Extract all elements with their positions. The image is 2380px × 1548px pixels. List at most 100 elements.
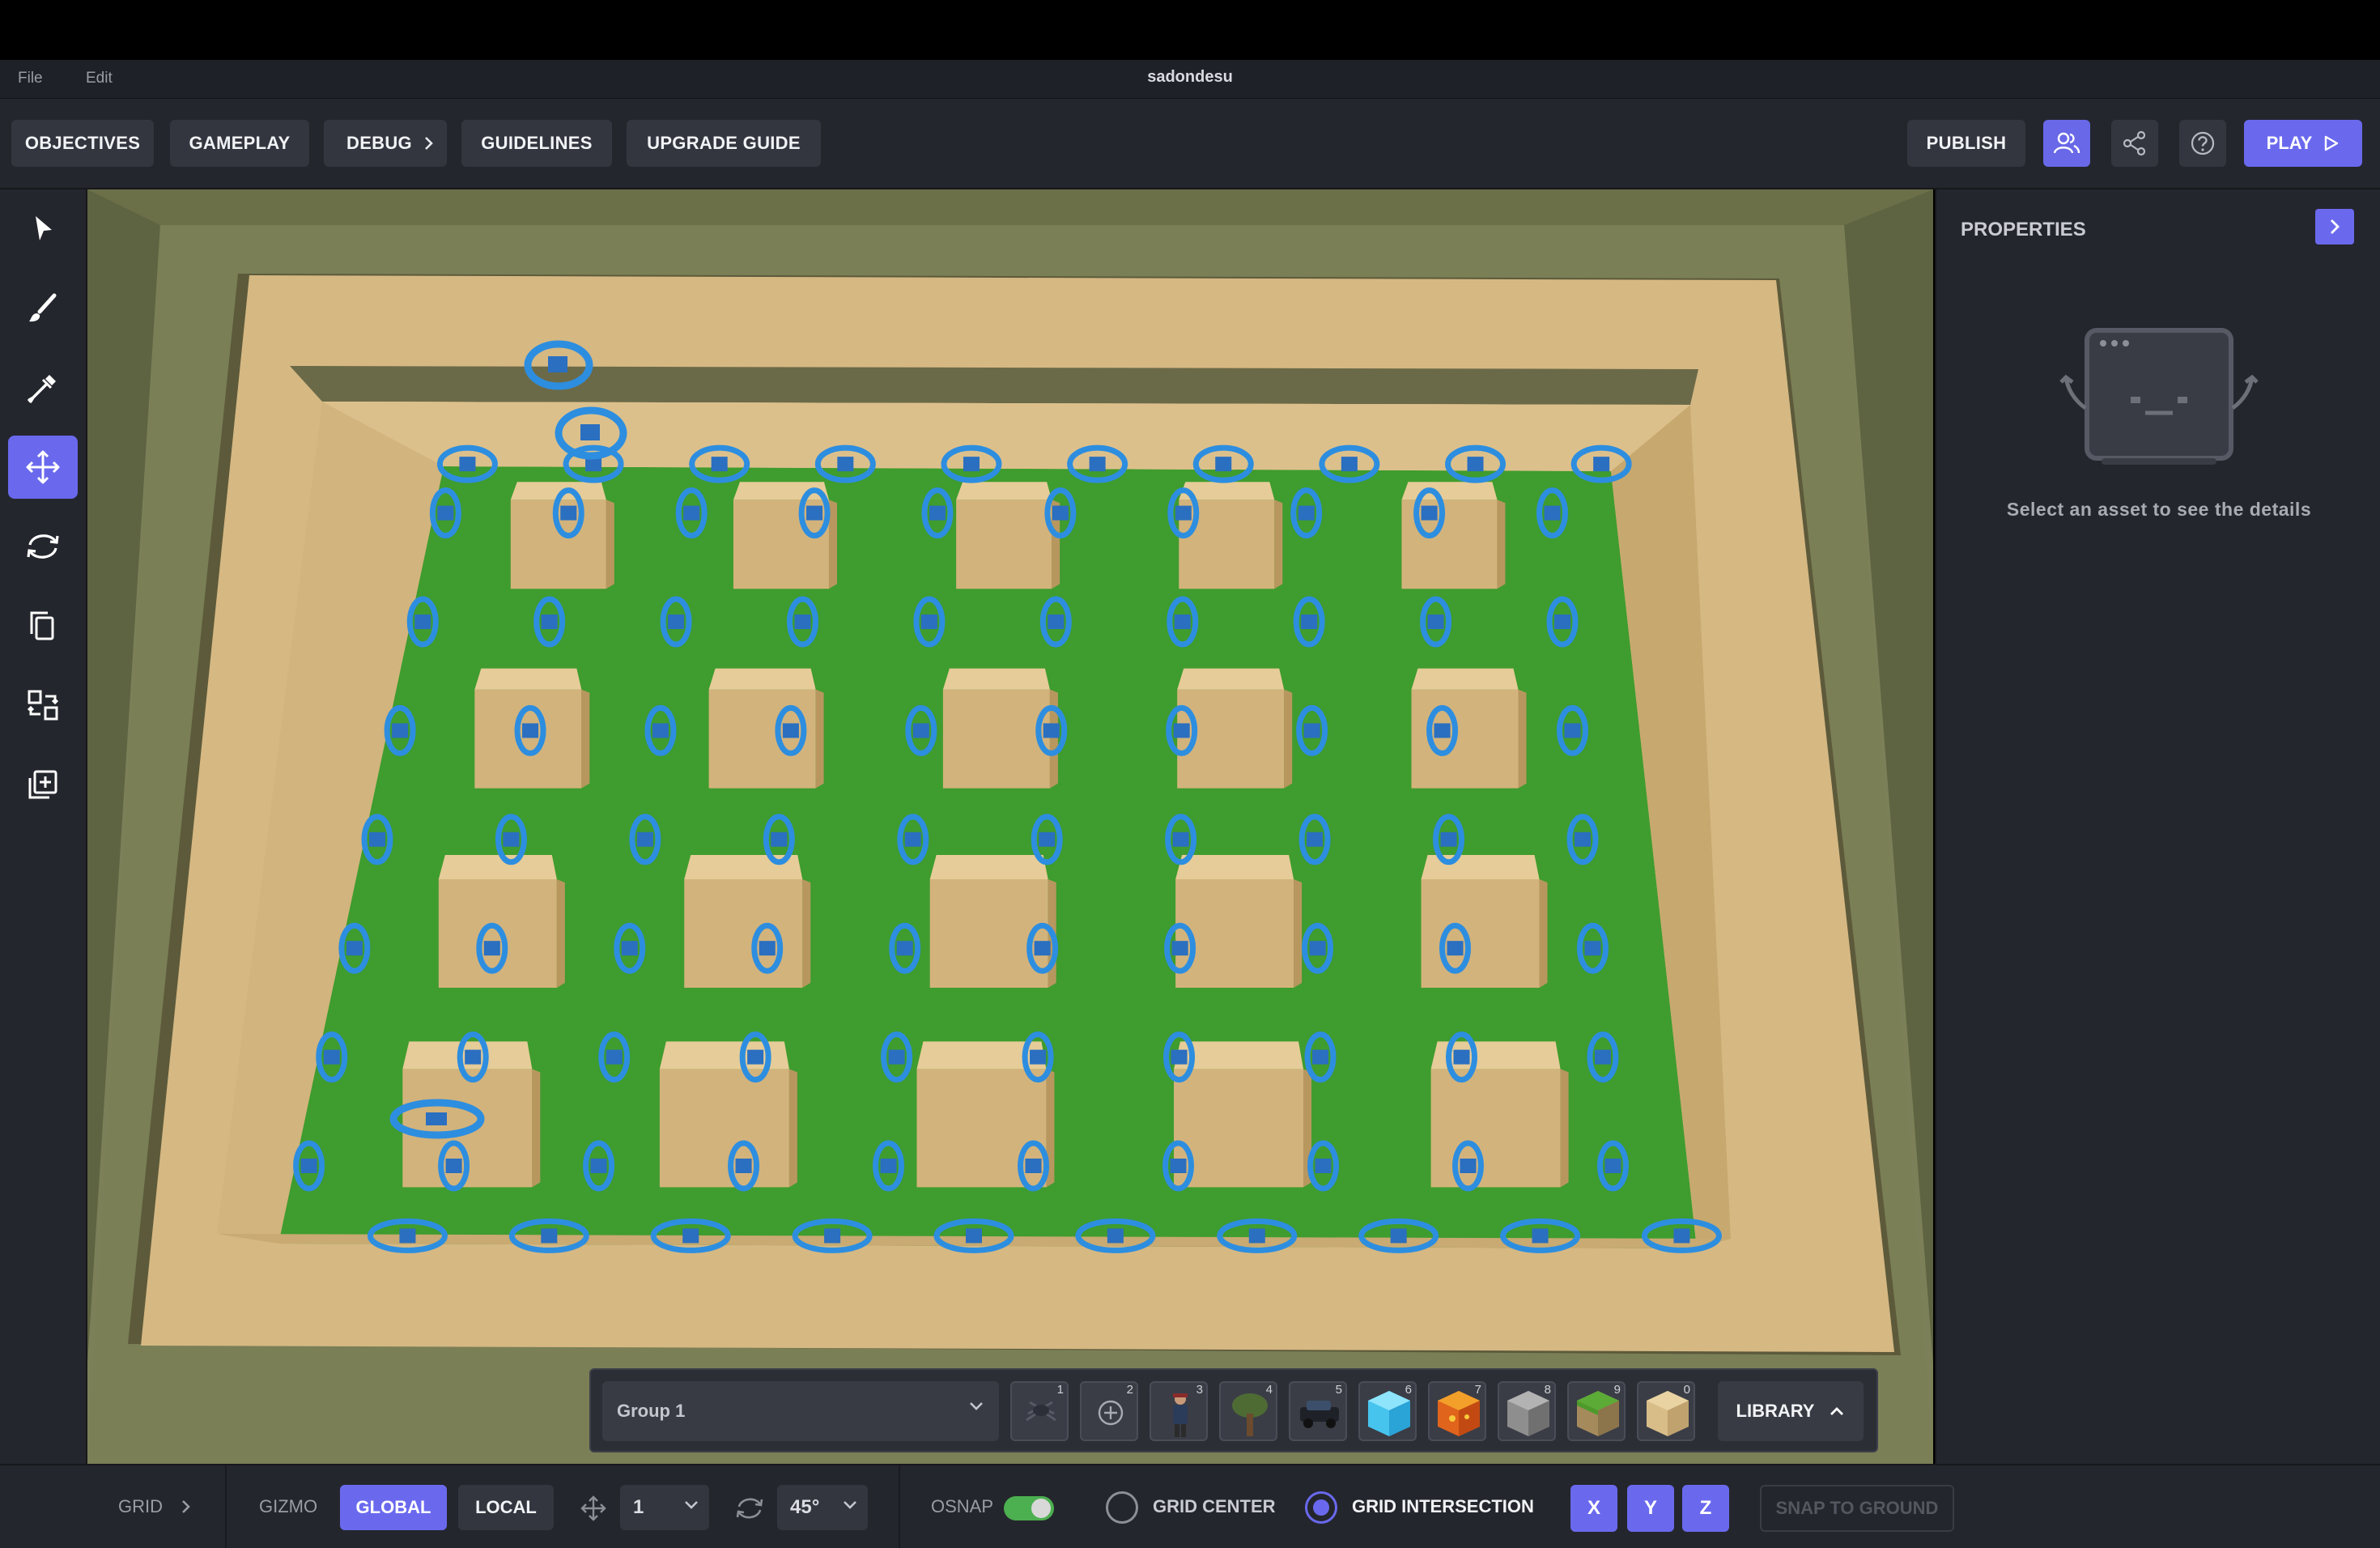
gameplay-button[interactable]: GAMEPLAY: [170, 120, 309, 167]
menu-edit[interactable]: Edit: [86, 70, 113, 87]
hotbar-slot-0[interactable]: 0: [1637, 1381, 1695, 1441]
hotbar-slot-number: 2: [1126, 1383, 1133, 1397]
sand-block[interactable]: [1175, 855, 1303, 988]
sand-block-side: [802, 879, 811, 988]
ring-cube: [1298, 505, 1315, 521]
sand-block-top: [1175, 855, 1294, 879]
ring-cube: [1434, 723, 1451, 738]
add-tool[interactable]: [8, 753, 78, 816]
ring-cube: [1172, 831, 1189, 847]
grid-center-label[interactable]: GRID CENTER: [1153, 1496, 1276, 1517]
sand-block[interactable]: [684, 855, 811, 988]
sand-block-side: [532, 1069, 541, 1188]
duplicate-tool[interactable]: [8, 594, 78, 657]
sand-block-top: [942, 668, 1050, 690]
collaborators-button[interactable]: [2043, 120, 2090, 167]
ring-cube: [459, 457, 476, 472]
ring-cube: [1171, 941, 1188, 956]
sand-block-top: [438, 855, 557, 879]
bottom-bar: GRID GIZMO GLOBAL LOCAL 1 45° OSNAP GRID…: [0, 1464, 2380, 1548]
gizmo-label: GIZMO: [259, 1496, 318, 1516]
hotbar-slot-2[interactable]: 2: [1080, 1381, 1138, 1441]
play-button[interactable]: PLAY: [2244, 120, 2362, 167]
ring-cube: [1593, 457, 1610, 472]
rotate-tool[interactable]: [8, 515, 78, 578]
hotbar-slot-number: 8: [1544, 1383, 1551, 1397]
ring-cube: [1175, 505, 1192, 521]
sand-block-side: [1560, 1069, 1569, 1188]
top-toolbar: OBJECTIVES GAMEPLAY DEBUG GUIDELINES UPG…: [0, 99, 2380, 189]
snap-to-ground-button[interactable]: SNAP TO GROUND: [1760, 1485, 1954, 1532]
ring-cube: [963, 457, 980, 472]
grid-intersection-label[interactable]: GRID INTERSECTION: [1352, 1496, 1534, 1517]
eyedropper-tool[interactable]: [8, 356, 78, 419]
ring-cube: [904, 831, 921, 847]
move-tool[interactable]: [8, 436, 78, 499]
eyedropper-icon: [28, 375, 56, 403]
sand-block-top: [708, 668, 816, 690]
properties-collapse-button[interactable]: [2315, 209, 2354, 245]
global-space-button[interactable]: GLOBAL: [340, 1485, 447, 1530]
hotbar-slot-4[interactable]: 4: [1219, 1381, 1277, 1441]
hotbar-slot-3[interactable]: 3: [1150, 1381, 1208, 1441]
hotbar-slot-9[interactable]: 9: [1567, 1381, 1626, 1441]
debug-label: DEBUG: [346, 133, 412, 153]
upgrade-guide-button[interactable]: UPGRADE GUIDE: [627, 120, 821, 167]
sand-block[interactable]: [1174, 1041, 1312, 1188]
paint-tool[interactable]: [8, 277, 78, 340]
group-dropdown[interactable]: Group 1: [602, 1381, 999, 1441]
scene-render[interactable]: [87, 189, 1933, 1464]
hotbar-slot-6[interactable]: 6: [1358, 1381, 1417, 1441]
asset-hotbar: Group 1 1 2 3 4 5 6 7 8 9 0 LIBRARY: [589, 1368, 1878, 1452]
chevron-right-icon[interactable]: [181, 1499, 191, 1514]
hotbar-slot-number: 4: [1265, 1383, 1273, 1397]
hotbar-slot-1[interactable]: 1: [1010, 1381, 1069, 1441]
grid-label[interactable]: GRID: [118, 1496, 163, 1517]
sand-block[interactable]: [1421, 855, 1548, 988]
ring-cube: [837, 457, 854, 472]
blue-ring-cube: [548, 356, 567, 372]
hotbar-slot-8[interactable]: 8: [1498, 1381, 1556, 1441]
debug-button[interactable]: DEBUG: [324, 120, 447, 167]
menu-file[interactable]: File: [18, 70, 43, 87]
sand-block-side: [788, 1069, 797, 1188]
hotbar-slot-5[interactable]: 5: [1289, 1381, 1347, 1441]
ring-cube: [920, 615, 937, 629]
move-step-icon: [580, 1495, 606, 1521]
sand-block[interactable]: [956, 482, 1060, 589]
publish-button[interactable]: PUBLISH: [1907, 120, 2025, 167]
move-step-select[interactable]: 1: [620, 1485, 709, 1530]
local-space-button[interactable]: LOCAL: [458, 1485, 554, 1530]
guidelines-button[interactable]: GUIDELINES: [461, 120, 612, 167]
help-button[interactable]: [2179, 120, 2226, 167]
ring-cube: [1440, 831, 1457, 847]
hotbar-slot-7[interactable]: 7: [1428, 1381, 1486, 1441]
axis-y-button[interactable]: Y: [1627, 1485, 1674, 1532]
axis-z-button[interactable]: Z: [1682, 1485, 1729, 1532]
sand-block-side: [1497, 500, 1506, 589]
ring-cube: [1030, 1049, 1047, 1065]
sand-block-side: [1049, 689, 1058, 789]
ring-cube: [711, 457, 728, 472]
library-button[interactable]: LIBRARY: [1718, 1381, 1864, 1441]
rotate-step-select[interactable]: 45°: [777, 1485, 868, 1530]
hotbar-slot-number: 1: [1056, 1383, 1064, 1397]
screen-top-bar: [0, 0, 2380, 60]
ring-cube: [1107, 1228, 1124, 1244]
axis-x-button[interactable]: X: [1570, 1485, 1617, 1532]
objectives-button[interactable]: OBJECTIVES: [11, 120, 154, 167]
grid-intersection-radio[interactable]: [1305, 1491, 1337, 1524]
ring-cube: [1312, 1049, 1329, 1065]
ring-cube: [1173, 723, 1190, 738]
grid-center-radio[interactable]: [1106, 1491, 1138, 1524]
scene-viewport[interactable]: [87, 189, 1933, 1464]
osnap-toggle[interactable]: [1004, 1496, 1054, 1520]
ring-cube: [1025, 1159, 1042, 1173]
sand-block-top: [929, 855, 1048, 879]
share-button[interactable]: [2111, 120, 2158, 167]
sand-block-side: [815, 689, 824, 789]
ring-cube: [368, 831, 385, 847]
select-tool[interactable]: [8, 198, 78, 261]
swap-tool[interactable]: [8, 674, 78, 737]
ring-cube: [880, 1159, 897, 1173]
